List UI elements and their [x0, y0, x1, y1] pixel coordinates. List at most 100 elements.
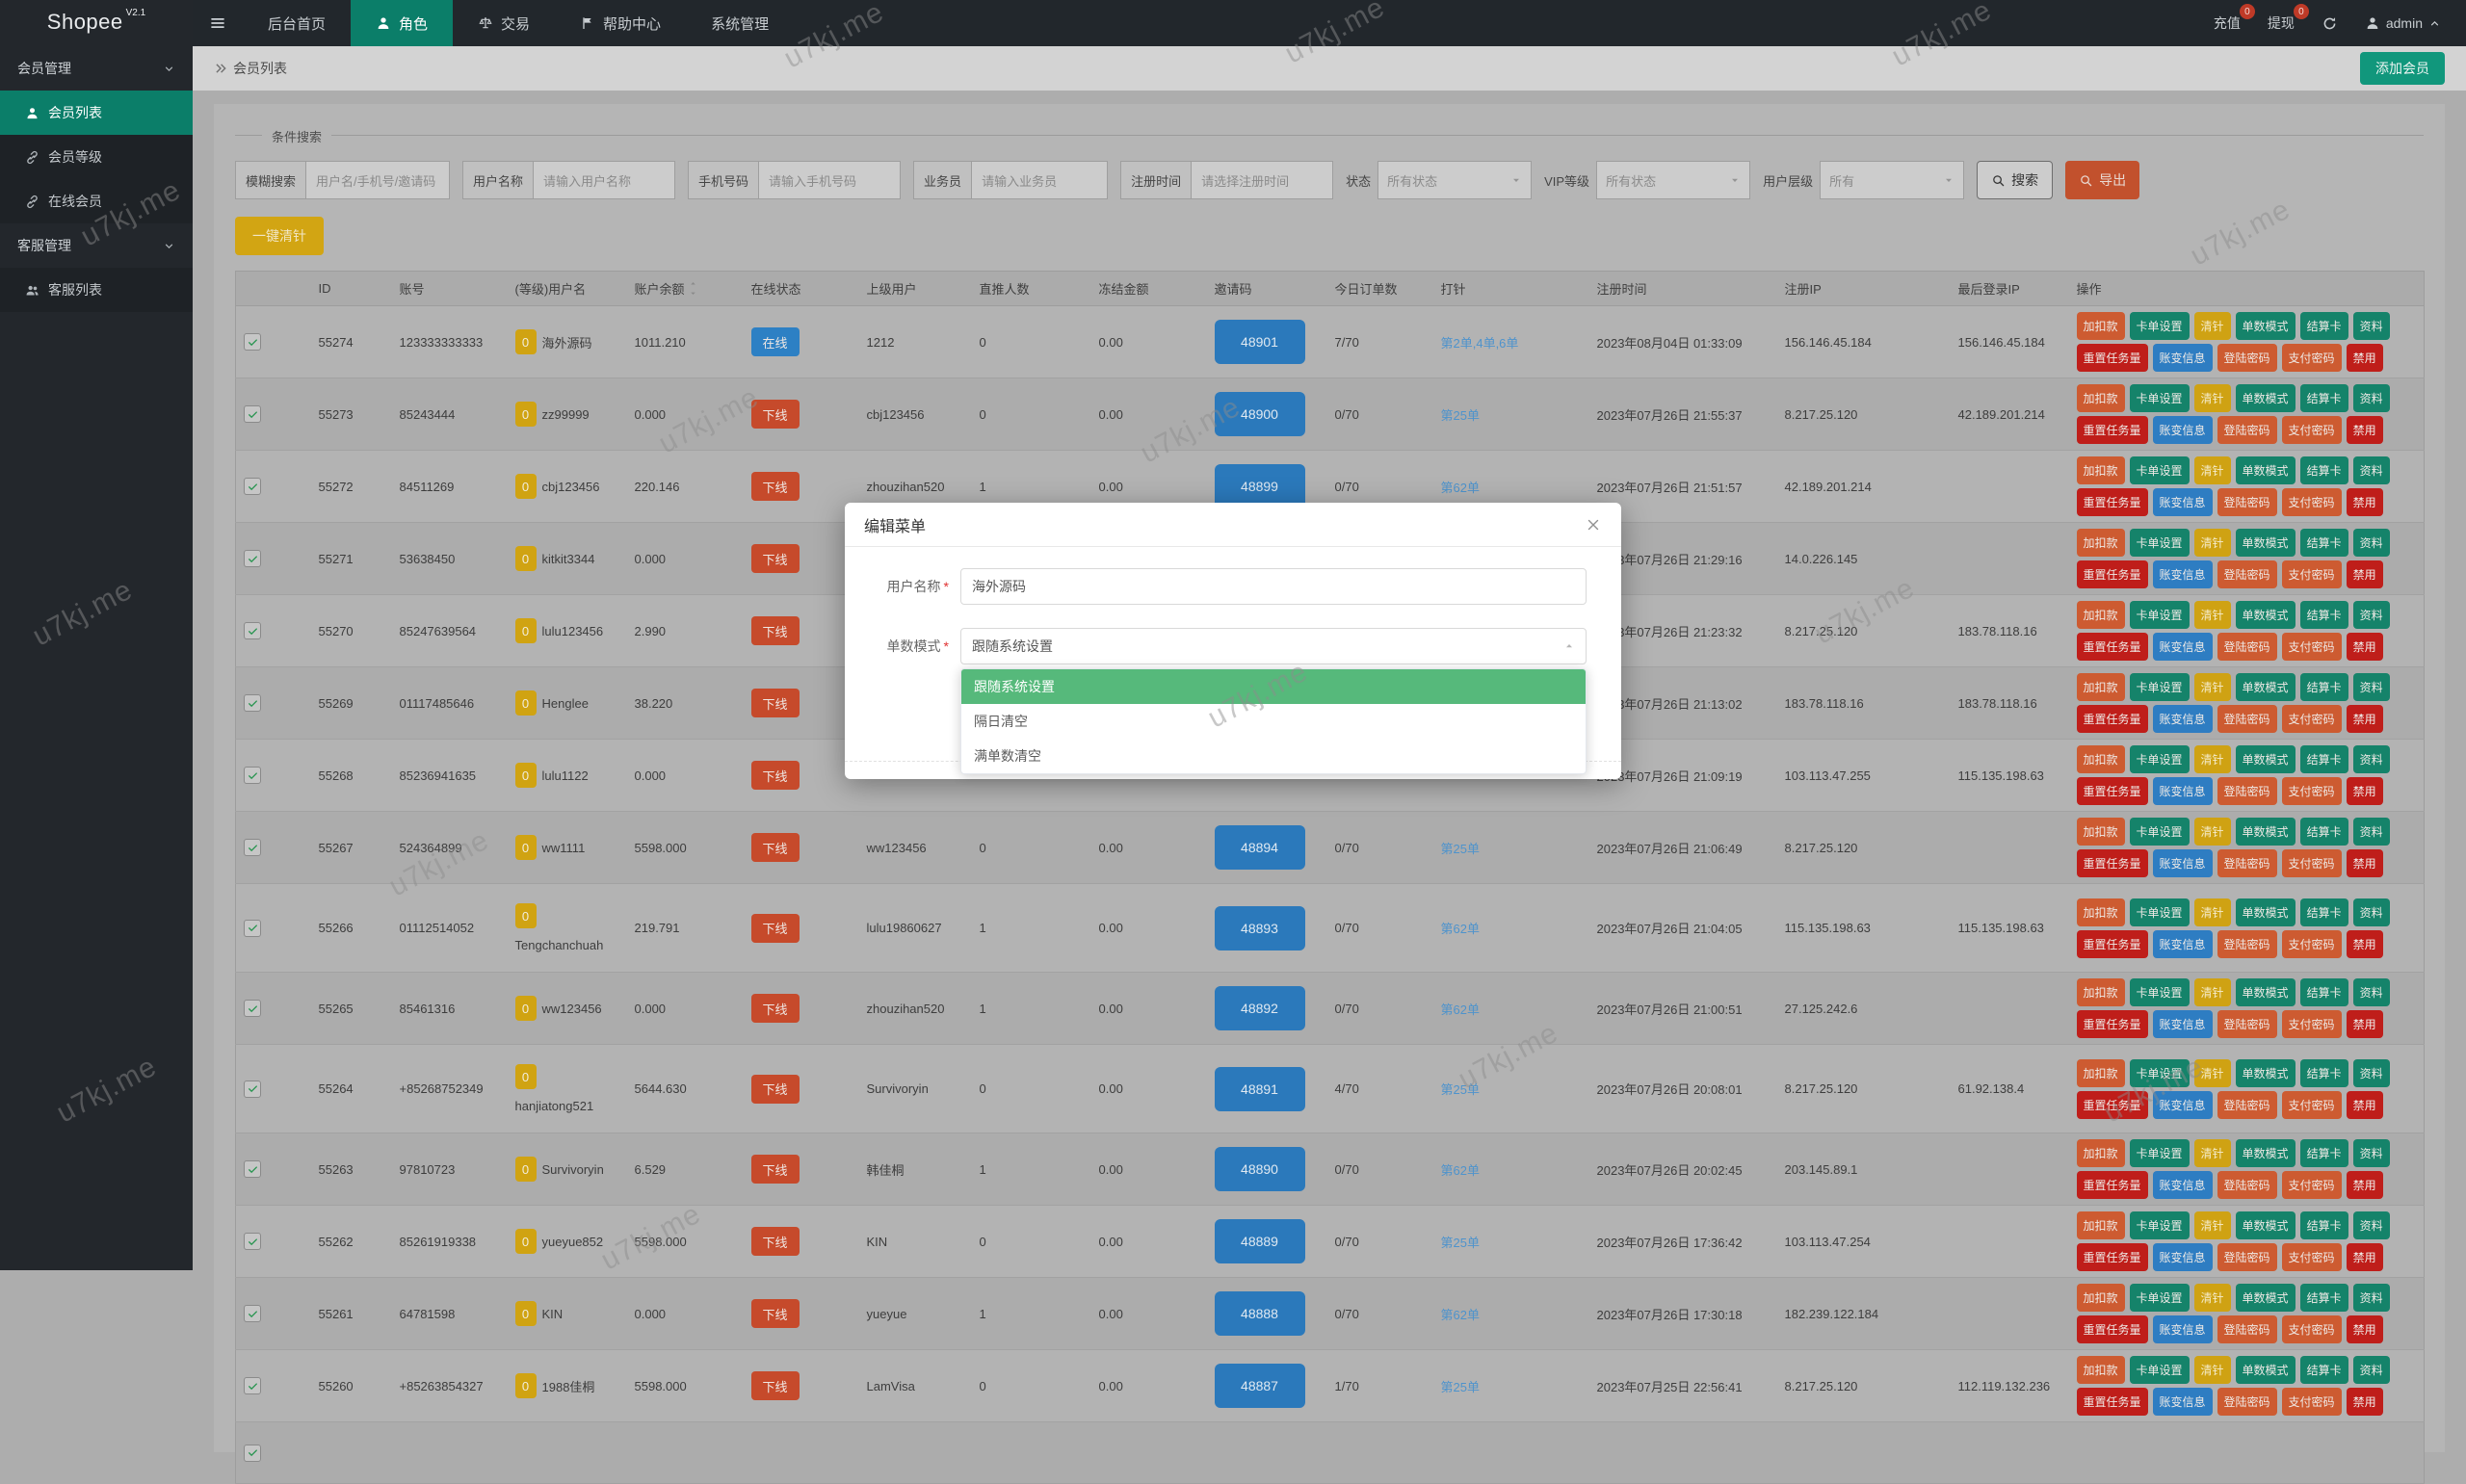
action-button[interactable]: 清针 [2194, 1211, 2231, 1239]
action-button[interactable]: 登陆密码 [2217, 1091, 2277, 1119]
action-button[interactable]: 支付密码 [2282, 1315, 2342, 1343]
action-button[interactable]: 资料 [2353, 384, 2390, 412]
action-button[interactable]: 资料 [2353, 1139, 2390, 1167]
action-button[interactable]: 清针 [2194, 312, 2231, 340]
level-select[interactable]: 所有 [1820, 161, 1964, 199]
action-button[interactable]: 登陆密码 [2217, 344, 2277, 372]
action-button[interactable]: 登陆密码 [2217, 633, 2277, 661]
action-button[interactable]: 资料 [2353, 745, 2390, 773]
action-button[interactable]: 结算卡 [2300, 673, 2348, 701]
action-button[interactable]: 结算卡 [2300, 1059, 2348, 1087]
action-button[interactable]: 资料 [2353, 312, 2390, 340]
action-button[interactable]: 登陆密码 [2217, 416, 2277, 444]
dropdown-option-1[interactable]: 跟随系统设置 [961, 669, 1586, 704]
action-button[interactable]: 清针 [2194, 601, 2231, 629]
action-button[interactable]: 卡单设置 [2130, 312, 2190, 340]
action-button[interactable]: 禁用 [2347, 416, 2383, 444]
modal-username-input[interactable]: 海外源码 [960, 568, 1587, 605]
action-button[interactable]: 重置任务量 [2077, 560, 2148, 588]
action-button[interactable]: 单数模式 [2236, 384, 2295, 412]
action-button[interactable]: 结算卡 [2300, 978, 2348, 1006]
action-button[interactable]: 资料 [2353, 978, 2390, 1006]
action-button[interactable]: 单数模式 [2236, 456, 2295, 484]
action-button[interactable]: 单数模式 [2236, 745, 2295, 773]
invite-code-button[interactable]: 48888 [1215, 1291, 1305, 1336]
action-button[interactable]: 清针 [2194, 898, 2231, 926]
needle-link[interactable]: 第25单 [1441, 842, 1480, 856]
action-button[interactable]: 禁用 [2347, 1091, 2383, 1119]
action-button[interactable]: 卡单设置 [2130, 898, 2190, 926]
action-button[interactable]: 卡单设置 [2130, 384, 2190, 412]
action-button[interactable]: 单数模式 [2236, 818, 2295, 846]
action-button[interactable]: 卡单设置 [2130, 601, 2190, 629]
action-button[interactable]: 支付密码 [2282, 849, 2342, 877]
user-menu[interactable]: admin [2365, 15, 2441, 31]
action-button[interactable]: 重置任务量 [2077, 633, 2148, 661]
sidebar-item-active[interactable]: 会员列表 [0, 91, 193, 135]
action-button[interactable]: 卡单设置 [2130, 978, 2190, 1006]
action-button[interactable]: 单数模式 [2236, 601, 2295, 629]
action-button[interactable]: 卡单设置 [2130, 529, 2190, 557]
row-checkbox[interactable] [244, 920, 261, 937]
invite-code-button[interactable]: 48893 [1215, 906, 1305, 950]
action-button[interactable]: 重置任务量 [2077, 1091, 2148, 1119]
action-button[interactable]: 清针 [2194, 818, 2231, 846]
modal-order-mode-select[interactable]: 跟随系统设置 [960, 628, 1587, 664]
action-button[interactable]: 支付密码 [2282, 930, 2342, 958]
action-button[interactable]: 重置任务量 [2077, 930, 2148, 958]
action-button[interactable]: 账变信息 [2153, 1010, 2213, 1038]
action-button[interactable]: 禁用 [2347, 488, 2383, 516]
row-checkbox[interactable] [244, 333, 261, 351]
action-button[interactable]: 登陆密码 [2217, 1388, 2277, 1416]
action-button[interactable]: 支付密码 [2282, 416, 2342, 444]
row-checkbox[interactable] [244, 478, 261, 495]
action-button[interactable]: 加扣款 [2077, 1284, 2125, 1312]
action-button[interactable]: 资料 [2353, 1284, 2390, 1312]
action-button[interactable]: 加扣款 [2077, 1059, 2125, 1087]
row-checkbox[interactable] [244, 1305, 261, 1322]
action-button[interactable]: 重置任务量 [2077, 1388, 2148, 1416]
action-button[interactable]: 加扣款 [2077, 601, 2125, 629]
action-button[interactable]: 登陆密码 [2217, 560, 2277, 588]
action-button[interactable]: 禁用 [2347, 930, 2383, 958]
action-button[interactable]: 账变信息 [2153, 560, 2213, 588]
action-button[interactable]: 账变信息 [2153, 416, 2213, 444]
action-button[interactable]: 账变信息 [2153, 1315, 2213, 1343]
action-button[interactable]: 禁用 [2347, 1315, 2383, 1343]
invite-code-button[interactable]: 48900 [1215, 392, 1305, 436]
row-checkbox[interactable] [244, 1160, 261, 1178]
action-button[interactable]: 禁用 [2347, 705, 2383, 733]
action-button[interactable]: 清针 [2194, 1139, 2231, 1167]
action-button[interactable]: 加扣款 [2077, 745, 2125, 773]
invite-code-button[interactable]: 48901 [1215, 320, 1305, 364]
sort-icon[interactable] [689, 279, 697, 298]
action-button[interactable]: 加扣款 [2077, 312, 2125, 340]
action-button[interactable]: 资料 [2353, 1059, 2390, 1087]
action-button[interactable]: 禁用 [2347, 344, 2383, 372]
needle-link[interactable]: 第2单,4单,6单 [1441, 336, 1519, 351]
action-button[interactable]: 资料 [2353, 1356, 2390, 1384]
action-button[interactable]: 清针 [2194, 384, 2231, 412]
needle-link[interactable]: 第25单 [1441, 1236, 1480, 1250]
action-button[interactable]: 支付密码 [2282, 1388, 2342, 1416]
action-button[interactable]: 单数模式 [2236, 978, 2295, 1006]
action-button[interactable]: 加扣款 [2077, 529, 2125, 557]
action-button[interactable]: 禁用 [2347, 777, 2383, 805]
row-checkbox[interactable] [244, 550, 261, 567]
row-checkbox[interactable] [244, 1377, 261, 1394]
action-button[interactable]: 单数模式 [2236, 1284, 2295, 1312]
row-checkbox[interactable] [244, 839, 261, 856]
action-button[interactable]: 结算卡 [2300, 898, 2348, 926]
action-button[interactable]: 卡单设置 [2130, 1059, 2190, 1087]
action-button[interactable]: 登陆密码 [2217, 930, 2277, 958]
action-button[interactable]: 加扣款 [2077, 673, 2125, 701]
action-button[interactable]: 禁用 [2347, 1171, 2383, 1199]
action-button[interactable]: 禁用 [2347, 1010, 2383, 1038]
action-button[interactable]: 加扣款 [2077, 1356, 2125, 1384]
action-button[interactable]: 账变信息 [2153, 1243, 2213, 1271]
status-select[interactable]: 所有状态 [1377, 161, 1532, 199]
vip-select[interactable]: 所有状态 [1596, 161, 1750, 199]
row-checkbox[interactable] [244, 767, 261, 784]
action-button[interactable]: 清针 [2194, 529, 2231, 557]
refresh-icon[interactable] [2322, 15, 2338, 32]
